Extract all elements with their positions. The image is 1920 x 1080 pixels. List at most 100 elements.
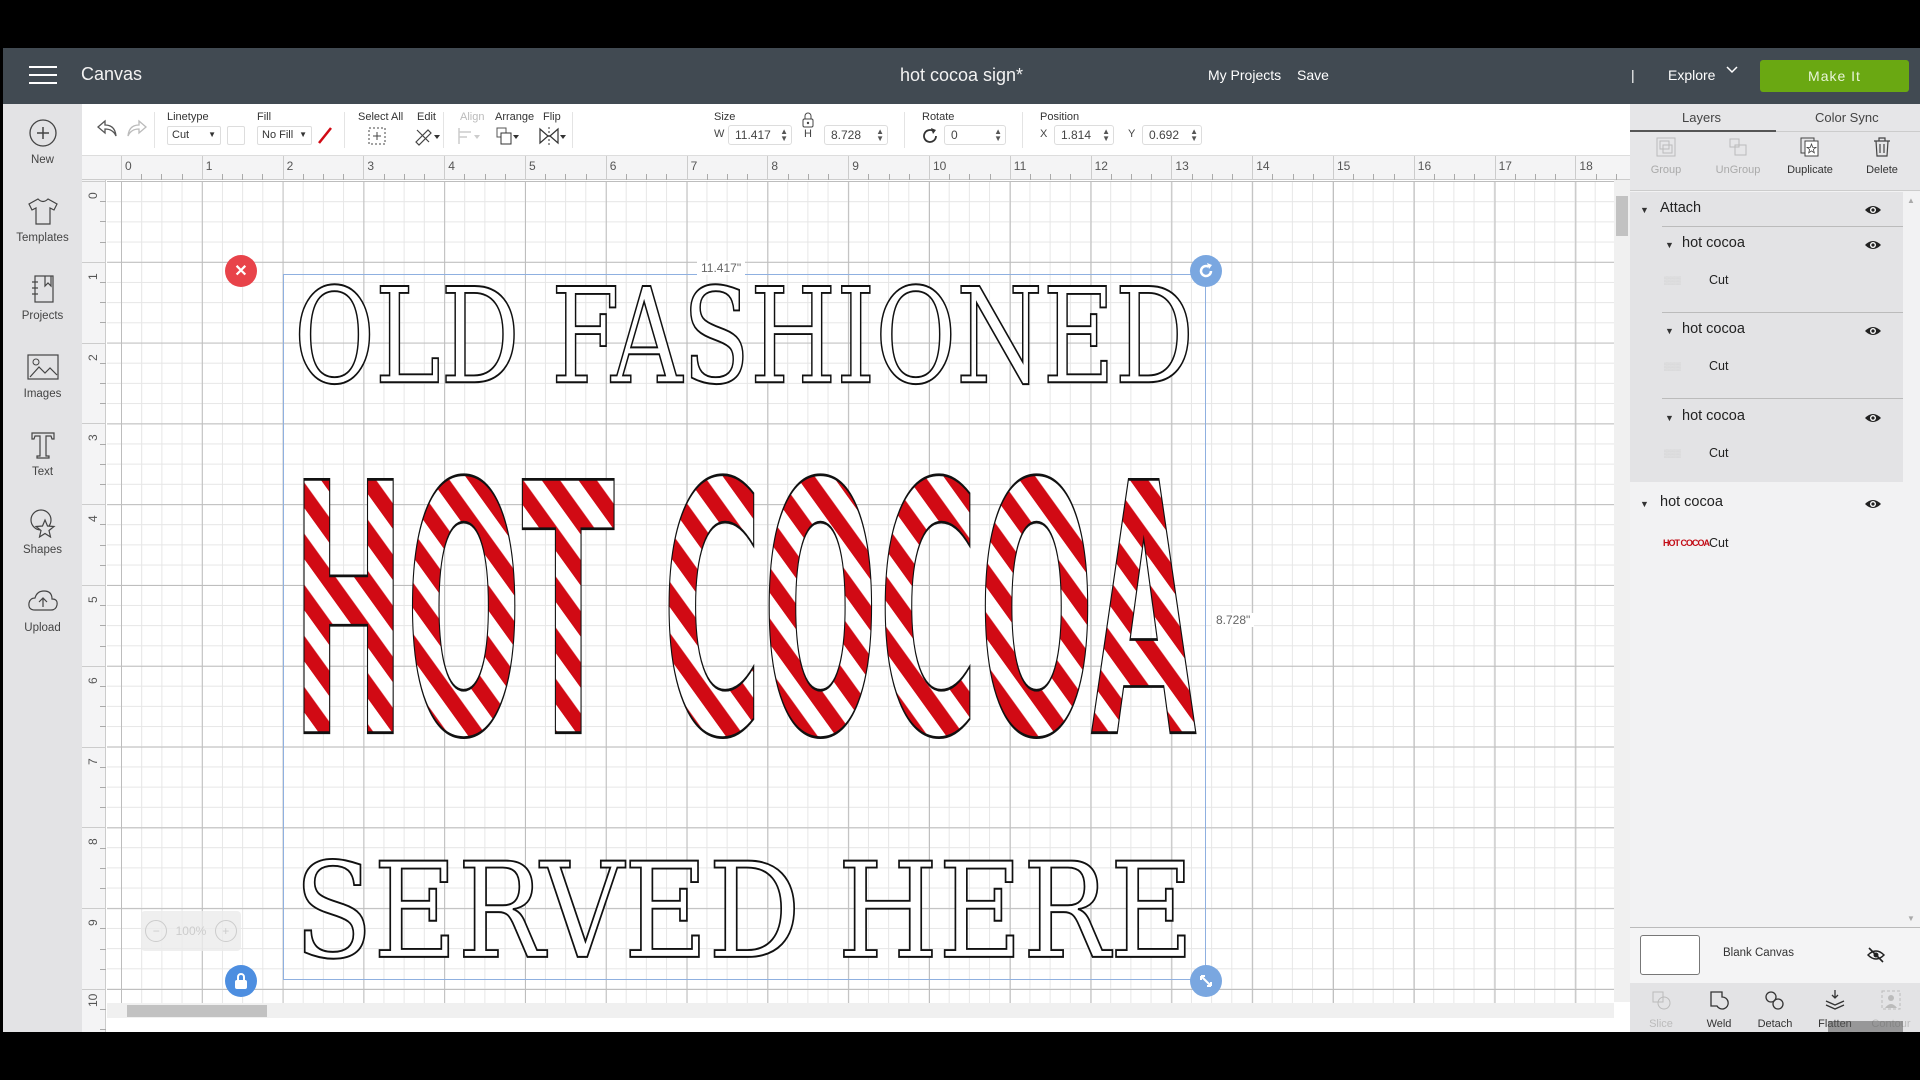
collapse-triangle-icon[interactable]: ▼ [1640,205,1649,215]
layer-attach-label[interactable]: Attach [1660,200,1701,216]
tshirt-icon [26,194,60,228]
sidebar-item-text[interactable]: Text [3,424,82,500]
width-value: 11.417 [735,128,771,142]
eye-icon[interactable] [1864,412,1882,424]
collapse-triangle-icon[interactable]: ▼ [1665,240,1674,250]
design-line-hot-cocoa: HOT COCOA [291,411,1197,815]
collapse-triangle-icon[interactable]: ▼ [1640,499,1649,509]
design-line-served-here: SERVED HERE [294,835,1194,980]
redo-icon[interactable] [122,116,152,140]
x-axis-label: X [1040,128,1048,140]
y-position-input[interactable]: 0.692 ▲ ▼ [1142,125,1202,145]
layer-name[interactable]: hot cocoa [1682,235,1745,251]
ruler-tick-label: 9 [852,159,859,173]
linetype-color-swatch[interactable] [227,126,245,145]
delete-button[interactable]: Delete [1846,136,1918,176]
y-axis-label: Y [1128,128,1136,140]
sidebar-item-label: Text [31,466,54,478]
eye-icon[interactable] [1864,204,1882,216]
ruler-tick-label: 4 [86,515,100,523]
ruler-tick-label: 12 [1094,159,1108,173]
lock-proportions-handle[interactable] [225,965,257,997]
height-input[interactable]: 8.728 ▲ ▼ [824,125,888,145]
canvas-grid[interactable]: OLD FASHIONED HOT COCOA SERVED HERE 11.4… [107,181,1614,1003]
video-pause-overlay [1828,1021,1903,1032]
rotate-input[interactable]: 0 ▲ ▼ [944,125,1006,145]
ruler-tick-label: 0 [125,159,132,173]
left-sidebar: New Templates Projects Images Text Shape… [3,104,82,1032]
canvas-vertical-scrollbar[interactable] [1614,180,1630,1002]
linetype-value: Cut [172,129,190,141]
layer-name[interactable]: hot cocoa [1682,321,1745,337]
eye-hidden-icon[interactable] [1867,947,1885,963]
layer-name[interactable]: hot cocoa [1660,494,1723,510]
canvas-horizontal-scrollbar[interactable] [107,1003,1614,1018]
zoom-out-button[interactable]: − [145,920,168,942]
sidebar-item-new[interactable]: New [3,112,82,188]
ungroup-icon [1729,138,1747,156]
fill-select[interactable]: No Fill ▼ [257,126,312,145]
align-dropdown[interactable] [454,124,484,148]
tab-color-sync[interactable]: Color Sync [1815,110,1879,125]
eye-icon[interactable] [1864,239,1882,251]
ungroup-button[interactable]: UnGroup [1702,136,1774,176]
zoom-in-button[interactable]: + [214,920,237,942]
eye-icon[interactable] [1864,325,1882,337]
canvas-area: 0 1 2 3 4 5 6 7 8 9 10 11 12 13 14 15 16 17 18 01234567891… [82,156,1637,1032]
linetype-select[interactable]: Cut ▼ [167,126,221,145]
weld-icon [1710,991,1729,1010]
group-button[interactable]: Group [1630,136,1702,176]
ruler-tick-label: 6 [609,159,617,173]
sidebar-item-upload[interactable]: Upload [3,580,82,656]
ruler-tick-label: 4 [448,159,455,173]
ruler-tick-label: 16 [1417,159,1432,173]
collapse-triangle-icon[interactable]: ▼ [1665,326,1674,336]
x-position-input[interactable]: 1.814 ▲ ▼ [1054,125,1114,145]
flatten-icon [1825,990,1845,1010]
duplicate-button[interactable]: Duplicate [1774,136,1846,176]
sidebar-item-projects[interactable]: Projects [3,268,82,344]
ruler-tick-label: 0 [86,192,100,199]
sidebar-item-templates[interactable]: Templates [3,190,82,266]
detach-button[interactable]: Detach [1746,989,1804,1030]
fill-none-swatch[interactable] [316,126,334,145]
weld-button[interactable]: Weld [1690,989,1748,1030]
make-it-button[interactable]: Make It [1760,60,1909,92]
eye-icon[interactable] [1864,498,1882,510]
flip-dropdown[interactable] [537,124,567,148]
resize-handle[interactable] [1190,965,1222,997]
undo-icon[interactable] [92,116,122,140]
save-link[interactable]: Save [1297,67,1329,83]
edit-dropdown[interactable] [412,124,442,148]
select-all-button[interactable] [362,124,392,148]
collapse-triangle-icon[interactable]: ▼ [1665,413,1674,423]
sidebar-item-images[interactable]: Images [3,346,82,422]
delete-handle[interactable]: ✕ [225,255,257,287]
align-label: Align [460,111,485,123]
text-icon [26,428,60,462]
resize-icon [1200,975,1212,987]
arrange-dropdown[interactable] [492,124,522,148]
width-input[interactable]: 11.417 ▲ ▼ [728,125,792,145]
position-label: Position [1040,111,1080,123]
canvas-color-swatch[interactable] [1640,935,1700,975]
layers-scrollbar[interactable]: ▲ ▼ [1903,192,1920,927]
x-position-value: 1.814 [1061,128,1092,142]
chevron-down-icon[interactable] [1725,62,1739,79]
ruler-tick-label: 9 [86,919,100,927]
edit-label: Edit [417,111,436,123]
layer-name[interactable]: hot cocoa [1682,408,1745,424]
rotate-label: Rotate [922,111,955,123]
hot-cocoa-design[interactable]: OLD FASHIONED HOT COCOA SERVED HERE [283,274,1206,980]
ruler-tick-label: 13 [1175,159,1189,173]
ruler-tick-label: 2 [86,353,100,361]
layers-panel: Layers Color Sync Group UnGroup Duplicat… [1630,104,1920,1032]
slice-button[interactable]: Slice [1632,989,1690,1030]
trash-icon [1874,137,1890,157]
explore-dropdown[interactable]: Explore [1668,67,1715,83]
tab-layers[interactable]: Layers [1682,110,1721,125]
panel-tabs: Layers Color Sync [1630,104,1920,132]
rotate-handle[interactable] [1190,255,1222,287]
my-projects-link[interactable]: My Projects [1208,67,1281,83]
sidebar-item-shapes[interactable]: Shapes [3,502,82,578]
